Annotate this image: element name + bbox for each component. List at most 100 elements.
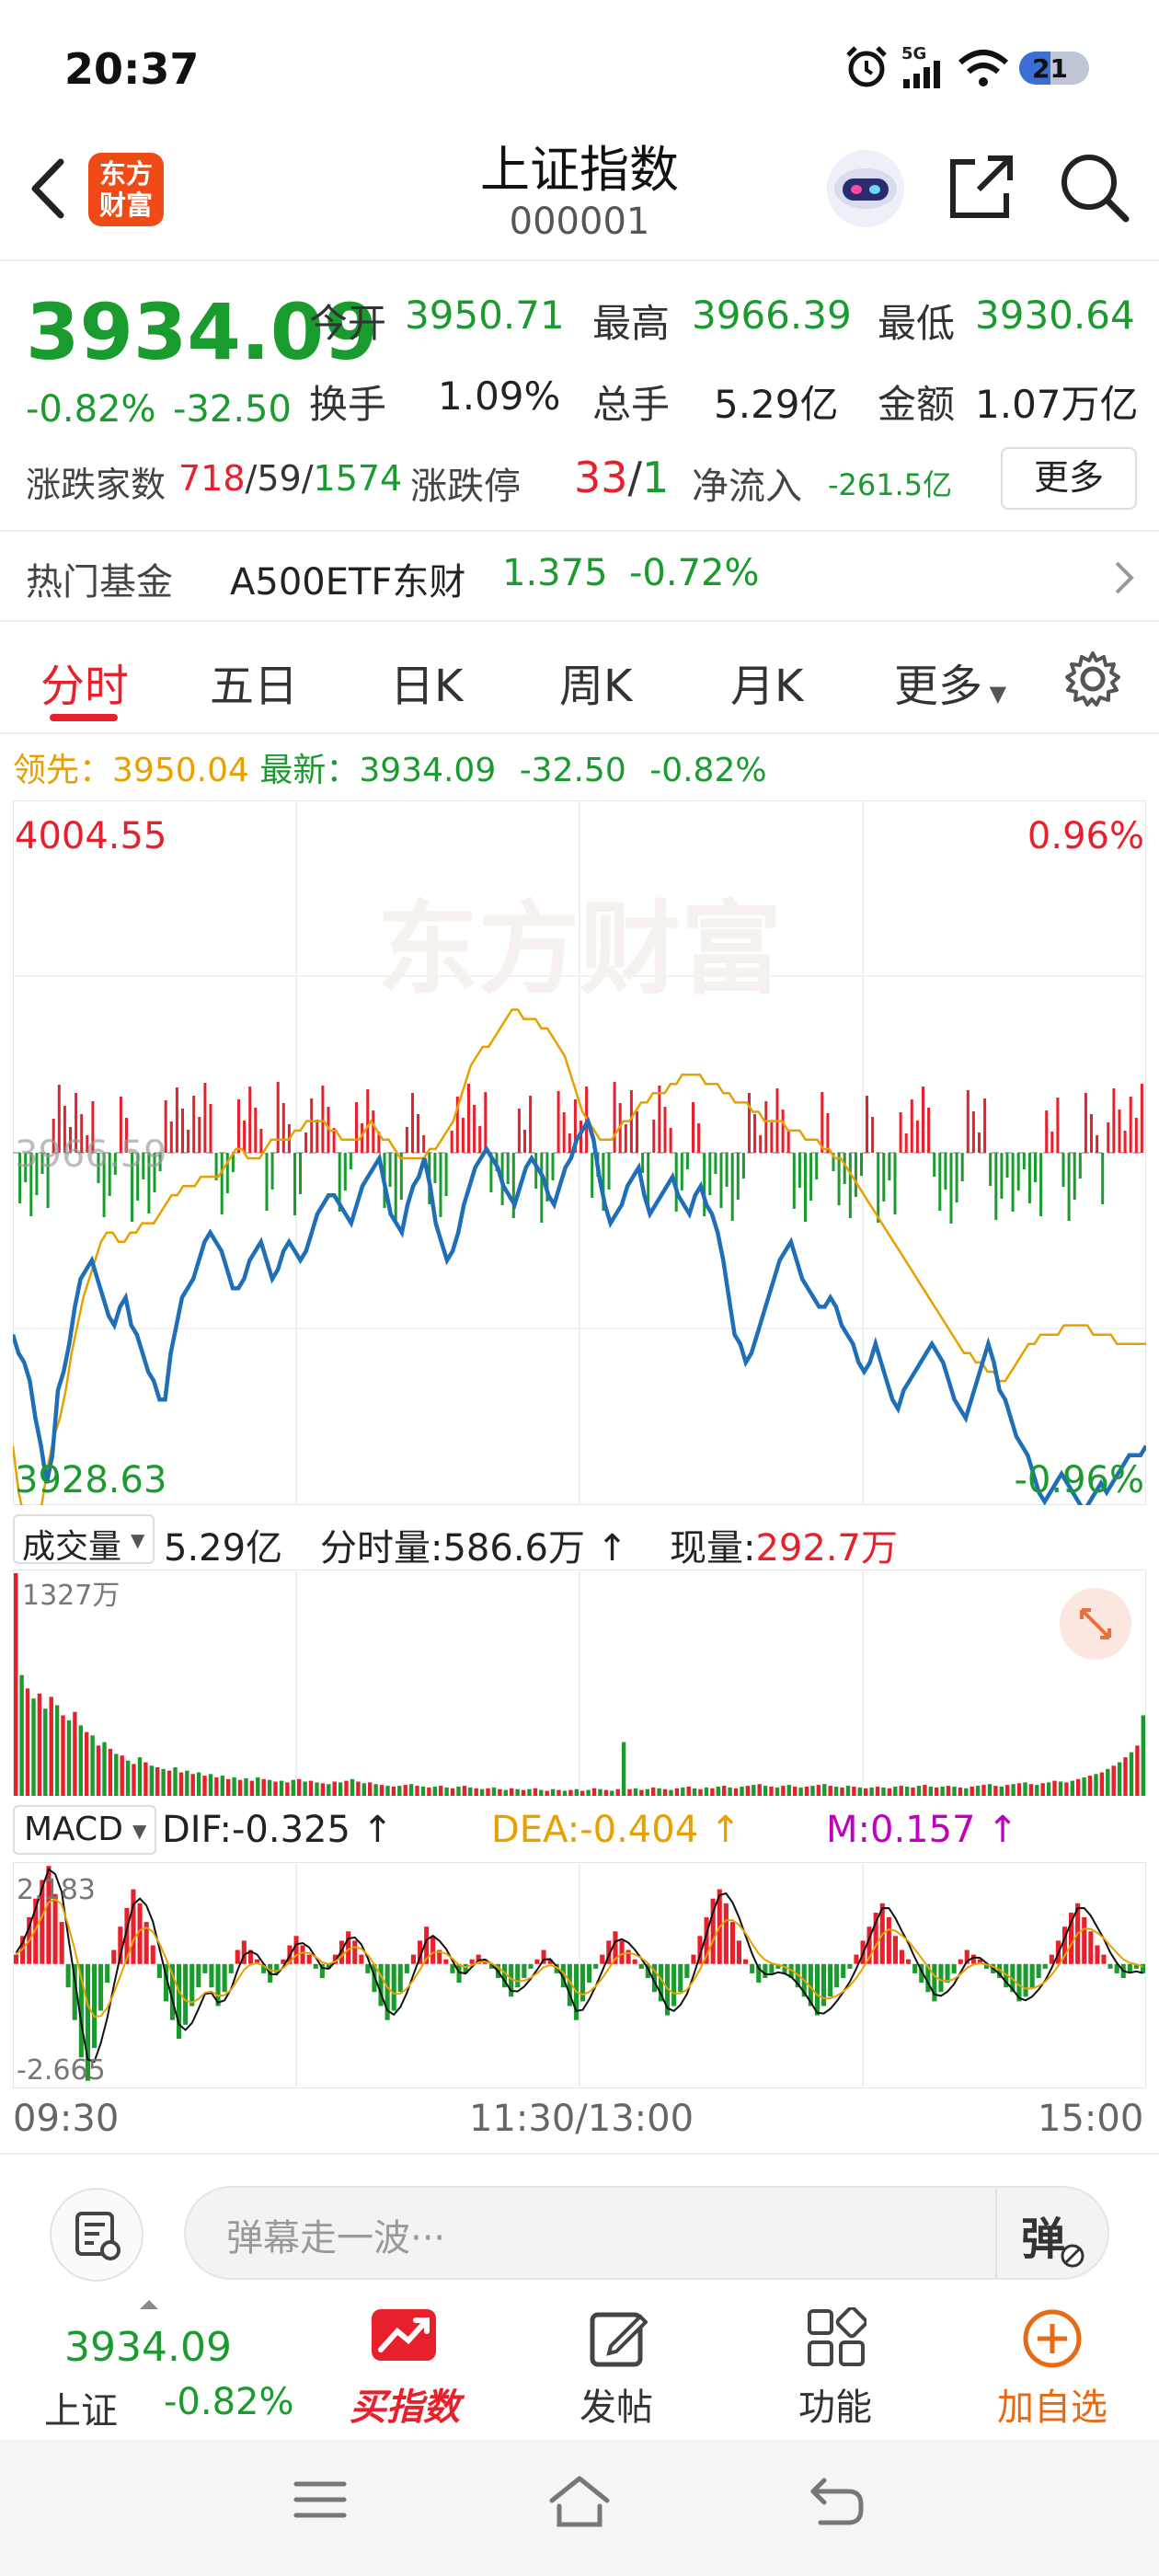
volume-chart[interactable]: 1327万: [13, 1570, 1146, 1796]
tab-daily-k[interactable]: 日K: [390, 650, 463, 714]
buy-index-button[interactable]: 买指数: [342, 2307, 467, 2436]
tab-five-day[interactable]: 五日: [210, 650, 298, 714]
volume-bar: [527, 1788, 532, 1796]
mini-volume-bar: [759, 1135, 763, 1153]
intraday-price-chart[interactable]: 东方财富 4004.55 3928.63 0.96% -0.96% 3966.5…: [13, 800, 1146, 1505]
volume-bar: [202, 1776, 207, 1796]
volume-bar: [775, 1787, 780, 1796]
home-icon[interactable]: [546, 2473, 613, 2528]
mini-volume-bar: [506, 1153, 510, 1184]
volume-bar: [350, 1778, 355, 1796]
mini-volume-bar: [658, 1086, 661, 1153]
volume-bar: [308, 1780, 314, 1796]
macd-bar: [1107, 1963, 1113, 1969]
volume-bar: [881, 1787, 886, 1796]
macd-bar: [580, 1963, 586, 2002]
mini-volume-bar: [332, 1128, 336, 1153]
mini-volume-bar: [355, 1102, 358, 1153]
volume-bar: [208, 1774, 213, 1796]
volume-label: 总手: [592, 382, 671, 427]
gear-icon[interactable]: [1063, 650, 1122, 708]
tab-monthly-k[interactable]: 月K: [730, 650, 803, 714]
mini-volume-bar: [888, 1153, 891, 1180]
tab-weekly-k[interactable]: 周K: [559, 650, 632, 714]
mini-volume-bar: [399, 1153, 403, 1200]
nav-index-price[interactable]: 3934.09: [64, 2324, 232, 2371]
mini-volume-bar: [484, 1092, 488, 1153]
volume-bar: [450, 1788, 455, 1796]
volume-bar: [745, 1786, 751, 1796]
tab-intraday[interactable]: 分时: [40, 650, 129, 714]
edit-icon: [590, 2312, 648, 2367]
search-icon[interactable]: [1058, 151, 1131, 224]
volume-bar: [999, 1787, 1004, 1796]
danmu-toggle-button[interactable]: 弹: [1021, 2202, 1065, 2267]
macd-bar: [222, 1963, 227, 1993]
volume-bar: [662, 1788, 668, 1796]
macd-bar: [906, 1959, 912, 1964]
system-nav-bar: [0, 2440, 1159, 2576]
chart-high-pct: 0.96%: [1027, 815, 1144, 857]
macd-bar: [743, 1959, 749, 1964]
danmu-settings-button[interactable]: [50, 2188, 143, 2282]
time-axis-mid: 11:30/13:00: [469, 2098, 694, 2140]
macd-bar: [1042, 1963, 1048, 1969]
volume-bar: [256, 1777, 260, 1796]
indicator-select-volume[interactable]: 成交量 ▼: [13, 1514, 155, 1566]
hot-fund-row[interactable]: 热门基金 A500ETF东财 1.375 -0.72%: [0, 532, 1159, 620]
macd-bar: [821, 1963, 827, 2007]
volume-bar: [462, 1786, 467, 1796]
volume-bar: [85, 1731, 89, 1796]
mini-volume-bar: [1078, 1153, 1082, 1179]
high-label: 最高: [592, 301, 671, 346]
volume-bar: [621, 1742, 626, 1796]
macd-bar: [958, 1959, 963, 1964]
share-icon[interactable]: [947, 153, 1016, 221]
mini-volume-bar: [899, 1112, 902, 1153]
volume-bar: [550, 1788, 556, 1796]
robot-assistant-icon[interactable]: [824, 147, 907, 230]
macd-bar: [404, 1963, 409, 1973]
time-axis-end: 15:00: [1038, 2098, 1144, 2140]
add-watch-button[interactable]: 加自选: [979, 2307, 1126, 2436]
mini-volume-bar: [237, 1099, 240, 1153]
post-button[interactable]: 发帖: [570, 2307, 662, 2436]
macd-bar: [111, 1949, 117, 1964]
function-button[interactable]: 功能: [789, 2307, 881, 2436]
mini-volume-bar: [910, 1099, 913, 1153]
apps-icon: [808, 2307, 866, 2366]
volume-bar: [710, 1788, 715, 1796]
macd-bar: [150, 1945, 155, 1964]
danmu-settings-icon: [75, 2212, 120, 2260]
high-value: 3966.39: [692, 293, 852, 338]
mini-volume-bar: [708, 1153, 712, 1195]
mini-volume-bar: [960, 1153, 964, 1181]
mini-volume-bar: [523, 1130, 526, 1153]
volume-bar: [344, 1780, 349, 1796]
macd-bar: [443, 1959, 449, 1964]
volume-bar: [752, 1785, 756, 1796]
mini-volume-bar: [243, 1121, 247, 1153]
volume-bar: [828, 1786, 832, 1796]
volume-bar: [479, 1788, 485, 1796]
menu-icon[interactable]: [293, 2477, 348, 2523]
volume-bar: [220, 1776, 224, 1796]
mini-volume-bar: [636, 1111, 638, 1153]
volume-bar: [66, 1719, 72, 1796]
volume-bar: [185, 1770, 189, 1796]
macd-bar: [723, 1903, 729, 1964]
macd-bar: [854, 1954, 859, 1964]
more-stats-button[interactable]: 更多: [1001, 447, 1137, 510]
macd-bar: [899, 1949, 904, 1964]
volume-bar: [178, 1772, 184, 1796]
macd-chart[interactable]: 2.183 -2.665: [13, 1862, 1146, 2088]
expand-icon[interactable]: [1060, 1588, 1131, 1660]
tab-more[interactable]: 更多 ▼: [894, 650, 1006, 714]
back-nav-icon[interactable]: [808, 2473, 866, 2528]
mini-volume-bar: [922, 1087, 924, 1153]
mini-volume-bar: [349, 1153, 352, 1169]
indicator-select-macd[interactable]: MACD ▼: [13, 1805, 156, 1855]
volume-bar: [173, 1767, 178, 1796]
mini-volume-bar: [1107, 1122, 1110, 1153]
volume-bar: [904, 1787, 910, 1796]
